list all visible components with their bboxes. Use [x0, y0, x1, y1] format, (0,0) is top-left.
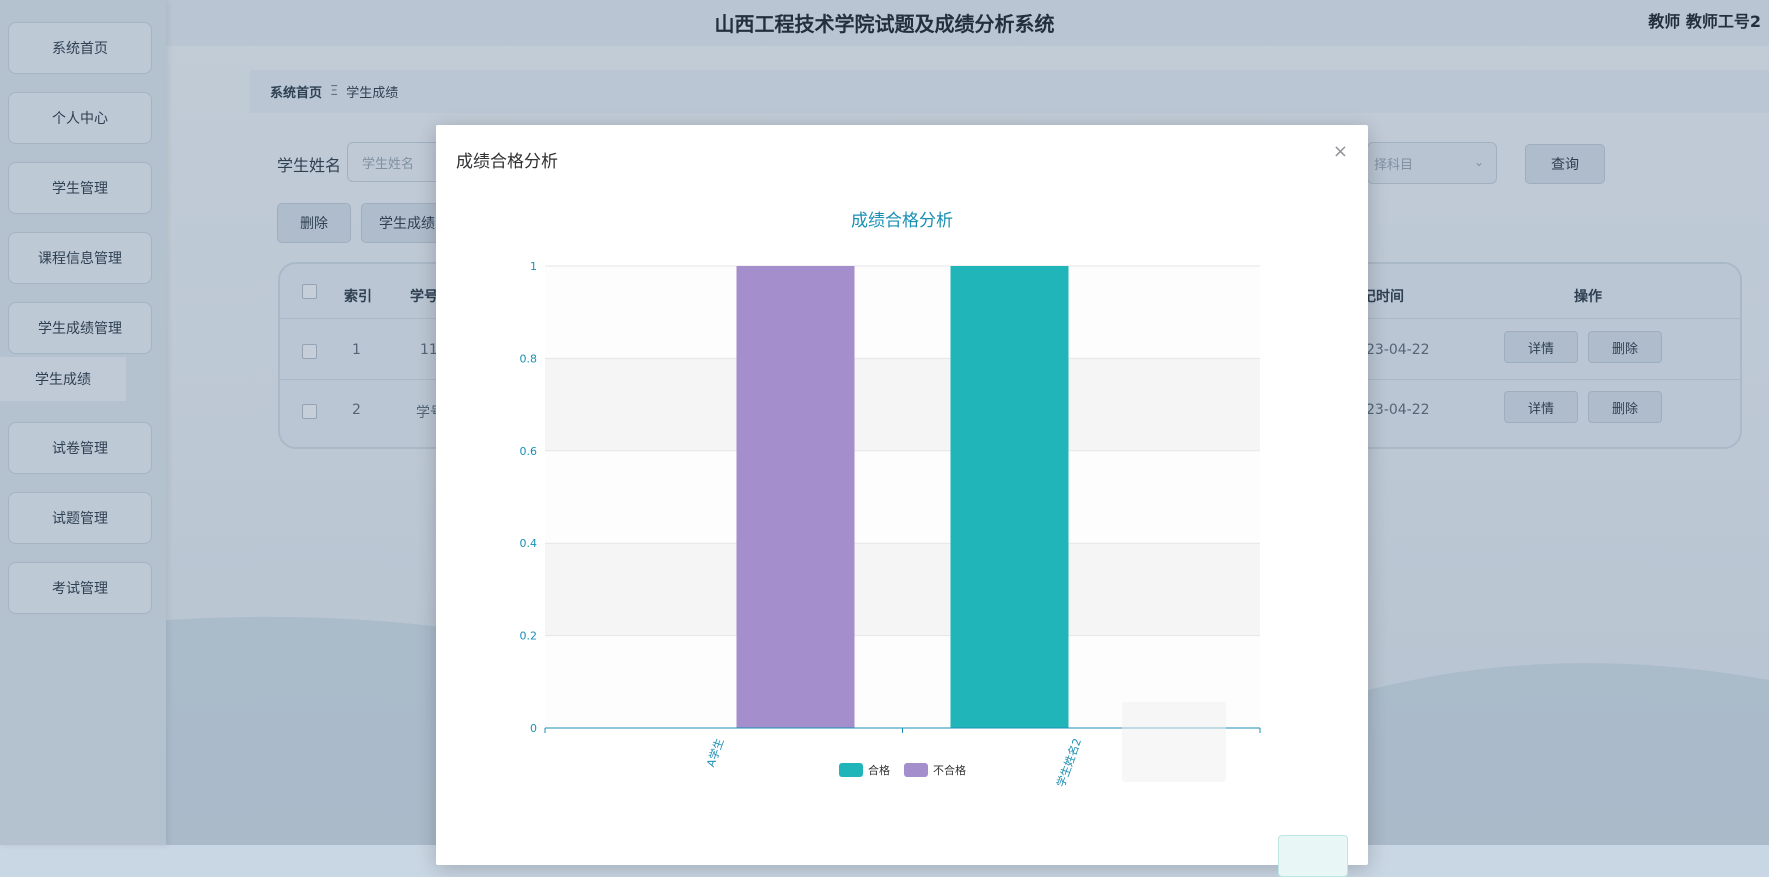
y-tick-label: 1 — [530, 260, 537, 273]
x-tick-label: A学生 — [703, 736, 726, 769]
chart-title: 成绩合格分析 — [851, 211, 953, 231]
tooltip-ghost — [1122, 702, 1226, 782]
chart-modal: 成绩合格分析 × 成绩合格分析 0 0.2 0.4 0.6 0.8 1 A学生 学生姓名2 合… — [436, 125, 1368, 877]
modal-footer-button[interactable] — [1278, 835, 1348, 877]
x-tick-label: 学生姓名2 — [1053, 736, 1084, 789]
y-tick-label: 0 — [530, 722, 537, 735]
grid-band — [545, 543, 1260, 636]
bar-合格-学生姓名2[interactable] — [950, 266, 1069, 728]
legend-swatch[interactable] — [839, 763, 863, 777]
y-tick-label: 0.6 — [520, 445, 538, 458]
legend-label[interactable]: 合格 — [868, 763, 890, 777]
y-tick-label: 0.2 — [520, 630, 538, 643]
legend-label[interactable]: 不合格 — [933, 763, 966, 777]
bar-不合格-A学生[interactable] — [736, 266, 855, 728]
y-tick-label: 0.4 — [520, 537, 538, 550]
grid-band — [545, 450, 1260, 544]
legend-swatch[interactable] — [904, 763, 928, 777]
grid-band — [545, 266, 1260, 359]
pass-rate-chart: 成绩合格分析 0 0.2 0.4 0.6 0.8 1 A学生 学生姓名2 合格 不合格 — [520, 211, 1261, 789]
y-tick-label: 0.8 — [520, 352, 538, 365]
grid-band — [545, 358, 1260, 451]
